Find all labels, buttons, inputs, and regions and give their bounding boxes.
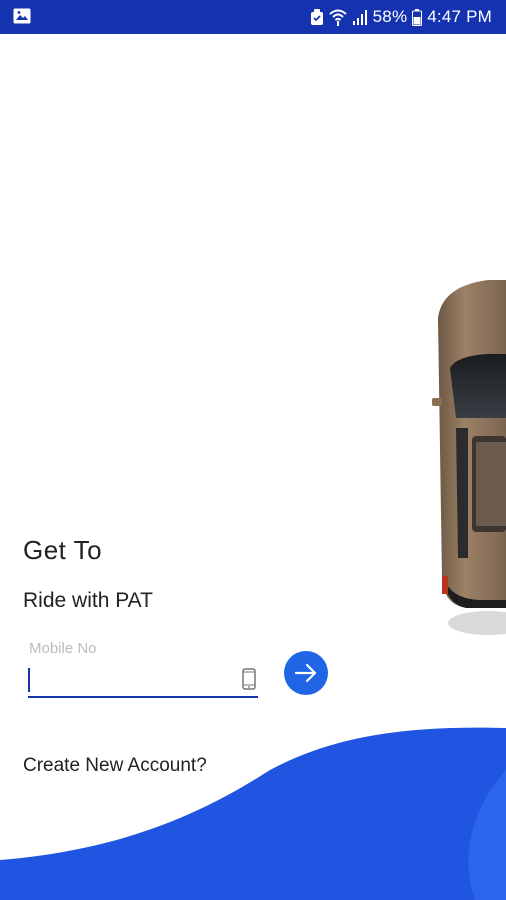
- battery-icon: [412, 8, 423, 26]
- status-bar: 58% 4:47 PM: [0, 0, 506, 34]
- signal-icon: [352, 9, 368, 25]
- page-subtitle: Ride with PAT: [23, 589, 153, 612]
- mobile-input[interactable]: [28, 662, 244, 692]
- mobile-field: Mobile No: [28, 640, 258, 700]
- wave-decoration: [0, 727, 506, 900]
- mobile-field-underline: [28, 696, 258, 698]
- create-account-link[interactable]: Create New Account?: [23, 755, 207, 777]
- page-title: Get To: [23, 535, 103, 565]
- mobile-field-label: Mobile No: [29, 640, 97, 657]
- submit-button[interactable]: [284, 651, 328, 695]
- phone-icon: [242, 668, 256, 695]
- arrow-right-icon: [294, 663, 317, 683]
- wifi-icon: [328, 9, 347, 26]
- clock: 4:47 PM: [427, 7, 492, 26]
- gallery-icon: [13, 8, 31, 29]
- shield-icon: [310, 8, 324, 26]
- car-image: [428, 278, 506, 645]
- battery-percent: 58%: [372, 7, 408, 26]
